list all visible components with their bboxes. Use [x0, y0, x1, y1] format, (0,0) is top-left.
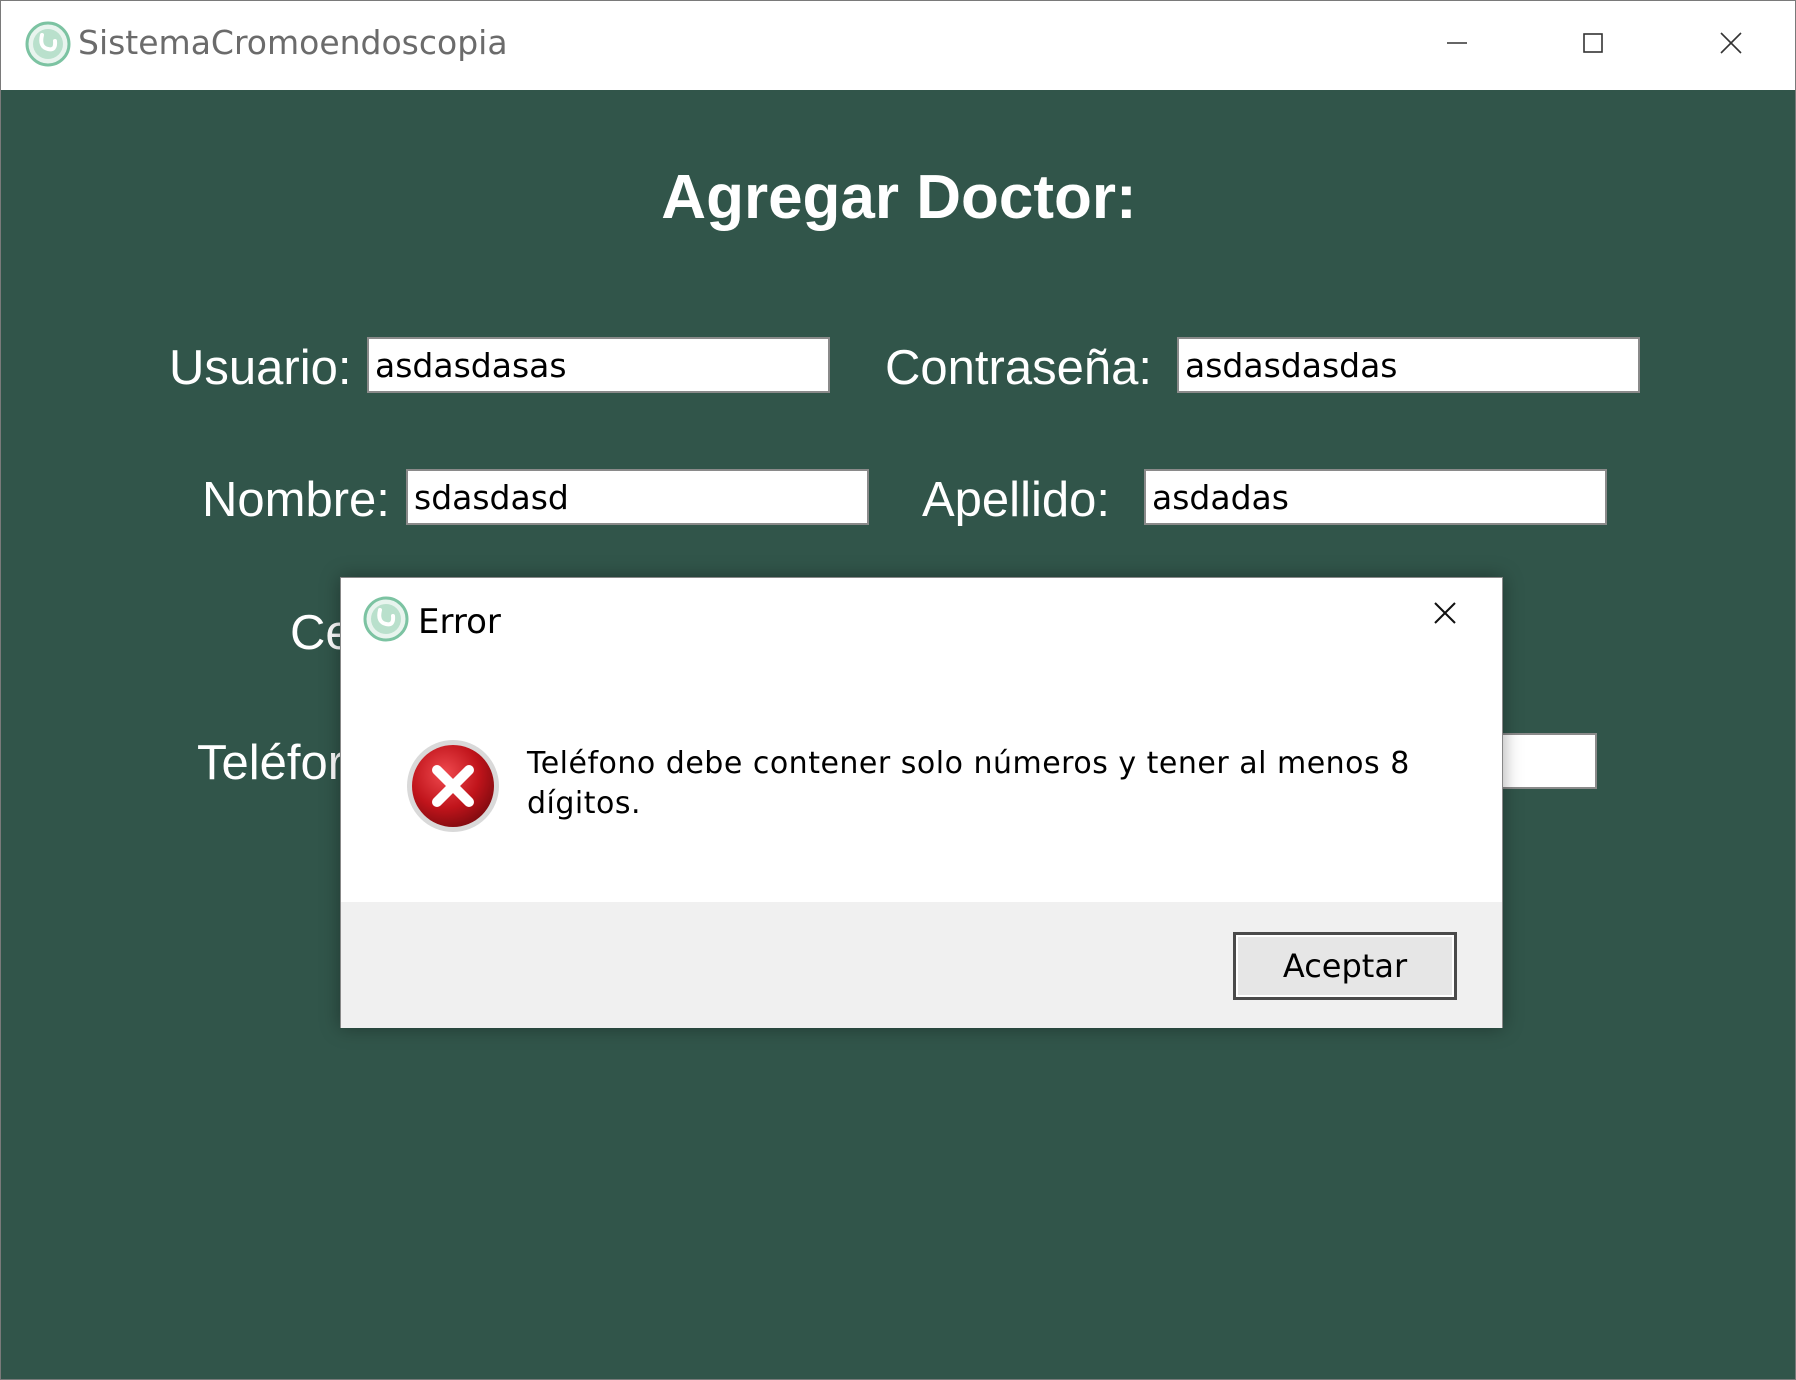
- app-logo-icon: [363, 596, 409, 642]
- window-title: SistemaCromoendoscopia: [78, 23, 508, 62]
- app-logo-icon: [25, 21, 71, 67]
- error-message: Teléfono debe contener solo números y te…: [527, 746, 1410, 821]
- close-icon: [1720, 32, 1742, 54]
- contrasena-field[interactable]: [1177, 337, 1640, 393]
- usuario-label: Usuario:: [169, 341, 352, 395]
- dialog-close-button[interactable]: [1401, 584, 1489, 642]
- aceptar-button[interactable]: Aceptar: [1233, 932, 1457, 1000]
- apellido-field[interactable]: [1144, 469, 1607, 525]
- error-dialog: Error Teléfono debe contener solo número…: [340, 577, 1503, 1028]
- minimize-button[interactable]: [1389, 1, 1525, 85]
- page-title: Agregar Doctor:: [661, 163, 1137, 232]
- minimize-icon: [1447, 42, 1467, 44]
- close-icon: [1434, 602, 1456, 624]
- apellido-label: Apellido:: [922, 473, 1110, 527]
- telefono-label: Teléfor: [197, 736, 345, 790]
- contrasena-label: Contraseña:: [885, 341, 1152, 395]
- nombre-field[interactable]: [406, 469, 869, 525]
- dialog-footer: Aceptar: [341, 902, 1502, 1028]
- main-window: SistemaCromoendoscopia Agregar Doctor: U…: [0, 0, 1796, 1380]
- nombre-label: Nombre:: [202, 473, 390, 527]
- title-bar[interactable]: SistemaCromoendoscopia: [1, 1, 1795, 90]
- maximize-button[interactable]: [1525, 1, 1661, 85]
- error-icon: [407, 740, 499, 832]
- close-button[interactable]: [1663, 1, 1795, 85]
- dialog-title: Error: [418, 602, 501, 642]
- telefono-field-partial[interactable]: [1491, 733, 1597, 789]
- maximize-icon: [1583, 33, 1603, 53]
- usuario-field[interactable]: [367, 337, 830, 393]
